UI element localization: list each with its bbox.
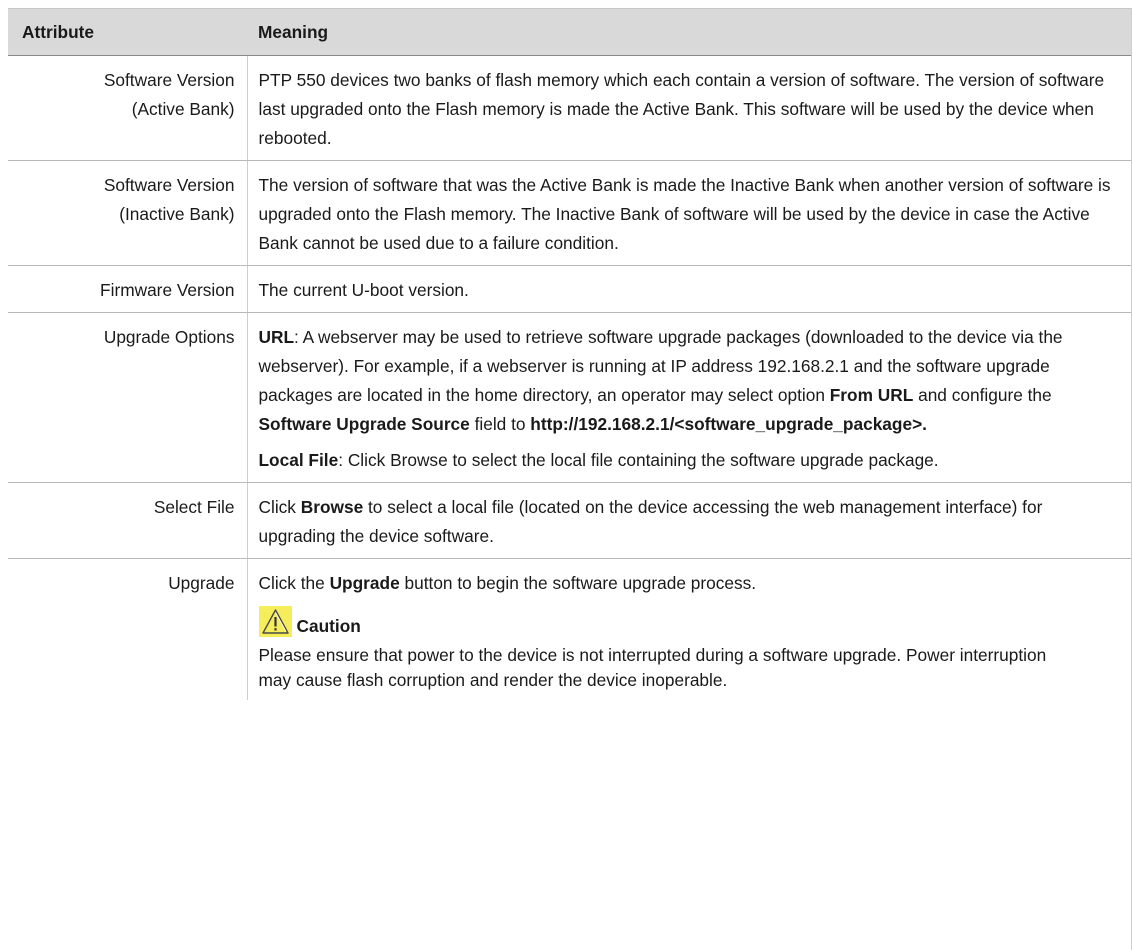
- url-text-3: field to: [469, 414, 531, 434]
- meaning-text: PTP 550 devices two banks of flash memor…: [258, 70, 1105, 148]
- attribute-cell: Upgrade: [8, 558, 248, 700]
- table-row: Software Version (Inactive Bank) The ver…: [8, 160, 1131, 266]
- select-text-2: to select a local file (located on the d…: [258, 497, 1043, 546]
- caution-title: Caution: [296, 616, 361, 636]
- url-option-text: URL: A webserver may be used to retrieve…: [259, 323, 1112, 439]
- meaning-text: Click the Upgrade button to begin the so…: [259, 569, 1112, 598]
- table-row: Select File Click Browse to select a loc…: [8, 482, 1131, 559]
- header-meaning: Meaning: [247, 8, 1131, 56]
- attribute-line: Select File: [153, 497, 235, 517]
- url-text-2: and configure the: [913, 385, 1052, 405]
- attribute-line: (Inactive Bank): [119, 204, 235, 224]
- select-text-1: Click: [258, 497, 301, 517]
- attribute-line: Software Version: [103, 175, 235, 195]
- attribute-cell: Software Version (Active Bank): [8, 55, 248, 161]
- from-url-label: From URL: [829, 385, 914, 405]
- attribute-line: (Active Bank): [131, 99, 235, 119]
- attribute-table: Attribute Meaning Software Version (Acti…: [8, 8, 1131, 700]
- attribute-cell: Upgrade Options: [8, 312, 248, 483]
- upgrade-text-2: button to begin the software upgrade pro…: [399, 573, 757, 593]
- warning-triangle-icon: [258, 606, 292, 637]
- meaning-text: The version of software that was the Act…: [258, 175, 1111, 253]
- upgrade-label: Upgrade: [329, 573, 400, 593]
- header-attribute: Attribute: [8, 8, 247, 56]
- attribute-cell: Software Version (Inactive Bank): [8, 160, 248, 266]
- meaning-cell: PTP 550 devices two banks of flash memor…: [247, 55, 1131, 161]
- local-file-option-text: Local File: Click Browse to select the l…: [259, 446, 1112, 475]
- table-header-row: Attribute Meaning: [8, 8, 1131, 56]
- attribute-line: Upgrade: [168, 573, 235, 593]
- caution-heading: Caution: [258, 601, 1112, 637]
- table-row: Firmware Version The current U-boot vers…: [8, 265, 1131, 313]
- attribute-line: Upgrade Options: [103, 327, 235, 347]
- attribute-line: Software Version: [103, 70, 235, 90]
- software-upgrade-source-label: Software Upgrade Source: [258, 414, 470, 434]
- table-row: Upgrade Click the Upgrade button to begi…: [8, 558, 1131, 701]
- meaning-text: Click Browse to select a local file (loc…: [259, 493, 1112, 551]
- table-right-border: [1131, 8, 1132, 950]
- meaning-cell: The version of software that was the Act…: [247, 160, 1131, 266]
- attribute-cell: Firmware Version: [8, 265, 248, 313]
- table-row: Upgrade Options URL: A webserver may be …: [8, 312, 1131, 483]
- upgrade-text-1: Click the: [258, 573, 330, 593]
- table-row: Software Version (Active Bank) PTP 550 d…: [8, 55, 1131, 161]
- meaning-cell: Click the Upgrade button to begin the so…: [247, 559, 1131, 701]
- attribute-cell: Select File: [8, 482, 248, 559]
- browse-label: Browse: [300, 497, 364, 517]
- meaning-cell: URL: A webserver may be used to retrieve…: [247, 312, 1131, 483]
- local-file-text: : Click Browse to select the local file …: [338, 450, 939, 470]
- meaning-cell: The current U-boot version.: [247, 265, 1131, 313]
- meaning-text: The current U-boot version.: [258, 280, 469, 300]
- url-value: http://192.168.2.1/<software_upgrade_pac…: [530, 414, 927, 434]
- caution-text: Please ensure that power to the device i…: [258, 645, 1047, 690]
- local-file-label: Local File: [258, 450, 339, 470]
- meaning-cell: Click Browse to select a local file (loc…: [247, 482, 1131, 559]
- attribute-line: Firmware Version: [100, 280, 235, 300]
- url-label: URL: [258, 327, 295, 347]
